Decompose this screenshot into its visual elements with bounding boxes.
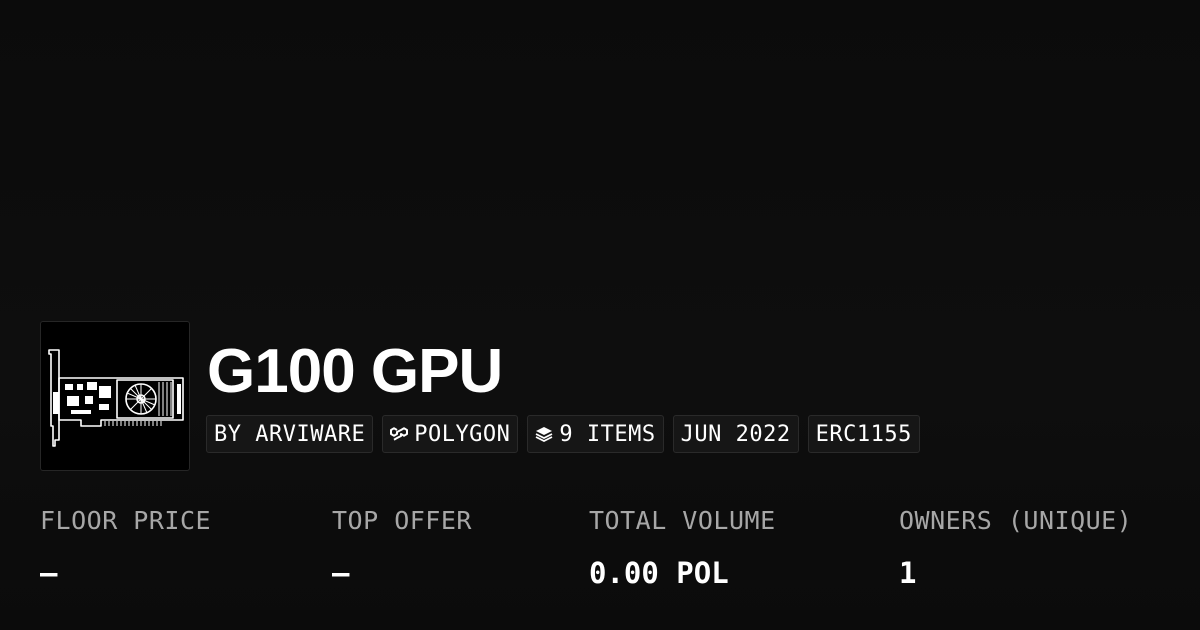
chain-badge[interactable]: POLYGON (382, 415, 519, 453)
top-offer-label: TOP OFFER (332, 506, 472, 535)
created-date: JUN 2022 (680, 421, 791, 447)
chain-label: POLYGON (414, 421, 511, 447)
collection-avatar (40, 321, 190, 471)
total-volume-label: TOTAL VOLUME (589, 506, 776, 535)
graphics-card-icon (48, 349, 184, 447)
stat-owners: OWNERS (UNIQUE) 1 (899, 502, 1132, 593)
stat-top-offer: TOP OFFER – (332, 502, 472, 593)
floor-price-label: FLOOR PRICE (40, 506, 212, 535)
creator-label: BY ARVIWARE (214, 421, 366, 447)
date-badge: JUN 2022 (672, 415, 799, 453)
total-volume-value: 0.00 POL (589, 556, 729, 590)
owners-label: OWNERS (UNIQUE) (899, 506, 1133, 535)
stat-total-volume: TOTAL VOLUME 0.00 POL (589, 502, 776, 593)
token-standard: ERC1155 (815, 421, 912, 447)
polygon-icon (390, 425, 409, 443)
items-badge: 9 ITEMS (527, 415, 664, 453)
collection-title: G100 GPU (207, 337, 503, 406)
floor-price-value: – (40, 556, 58, 590)
layers-icon (535, 425, 553, 443)
standard-badge: ERC1155 (807, 415, 920, 453)
owners-value: 1 (899, 556, 917, 590)
creator-badge[interactable]: BY ARVIWARE (206, 415, 374, 453)
collection-badges: BY ARVIWARE POLYGON 9 ITEMS JUN 2022 ERC… (206, 415, 920, 453)
items-count: 9 ITEMS (559, 421, 656, 447)
top-offer-value: – (332, 556, 350, 590)
stat-floor-price: FLOOR PRICE – (40, 502, 211, 593)
